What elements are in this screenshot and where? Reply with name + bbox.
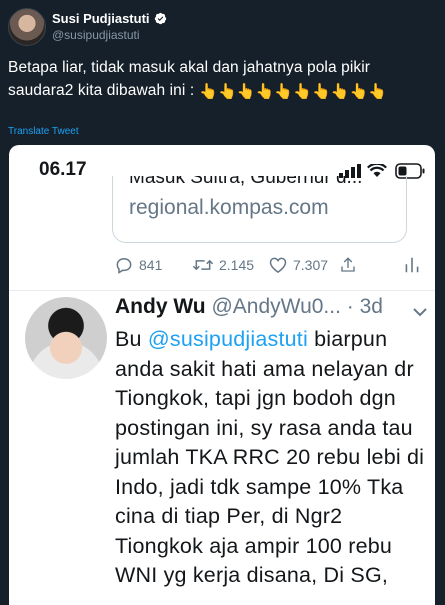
pointing-down-emoji: 👇👇👇👇👇👇👇👇👇👇	[198, 82, 387, 99]
analytics-button[interactable]	[404, 255, 420, 275]
verified-icon	[154, 12, 166, 25]
tweet-header: Susi Pudjiastuti @susipudjiastuti	[8, 8, 428, 46]
reply-button[interactable]: 841	[114, 255, 162, 275]
heart-icon	[269, 257, 287, 273]
avatar[interactable]	[8, 8, 46, 46]
share-icon	[341, 257, 355, 272]
author-name-row[interactable]: Susi Pudjiastuti	[52, 11, 167, 26]
retweet-button[interactable]: 2.145	[192, 255, 254, 275]
reply-icon	[116, 257, 132, 274]
status-time: 06.17	[39, 159, 87, 180]
reply-header: Andy Wu @AndyWu0... · 3d	[115, 295, 383, 319]
reply-author-name[interactable]: Andy Wu	[115, 295, 206, 318]
reply-author-handle[interactable]: @AndyWu0...	[211, 295, 341, 318]
share-button[interactable]	[339, 255, 357, 275]
card-domain: regional.kompas.com	[129, 196, 329, 219]
reply-count: 841	[139, 257, 163, 273]
card-title: Masuk Sultra, Gubernur d...	[129, 176, 363, 188]
tweet-text: Betapa liar, tidak masuk akal dan jahatn…	[8, 56, 428, 102]
link-preview-card[interactable]: Masuk Sultra, Gubernur d... regional.kom…	[112, 176, 407, 243]
retweet-icon	[192, 259, 214, 271]
divider	[9, 290, 435, 291]
chevron-down-icon[interactable]	[413, 307, 427, 317]
translate-tweet-link[interactable]: Translate Tweet	[8, 126, 79, 137]
tweet-actions: 841 2.145 7.307	[114, 255, 419, 279]
like-button[interactable]: 7.307	[268, 255, 328, 275]
reply-prefix: Bu	[115, 327, 148, 351]
reply-body: biarpun anda sakit hati ama nelayan dr T…	[115, 327, 425, 587]
like-count: 7.307	[293, 257, 329, 273]
reply-time: · 3d	[346, 295, 383, 318]
reply-text: Bu @susipudjiastuti biarpun anda sakit h…	[115, 325, 425, 591]
analytics-icon	[405, 257, 419, 273]
retweet-count: 2.145	[219, 257, 255, 273]
author-name[interactable]: Susi Pudjiastuti	[52, 11, 150, 26]
reply-author-avatar[interactable]	[25, 297, 107, 379]
author-handle[interactable]: @susipudjiastuti	[52, 28, 140, 42]
embedded-screenshot[interactable]: 06.17 Masuk Sultra, Gubernur d... region…	[9, 145, 435, 605]
reply-mention-link[interactable]: @susipudjiastuti	[148, 327, 308, 351]
